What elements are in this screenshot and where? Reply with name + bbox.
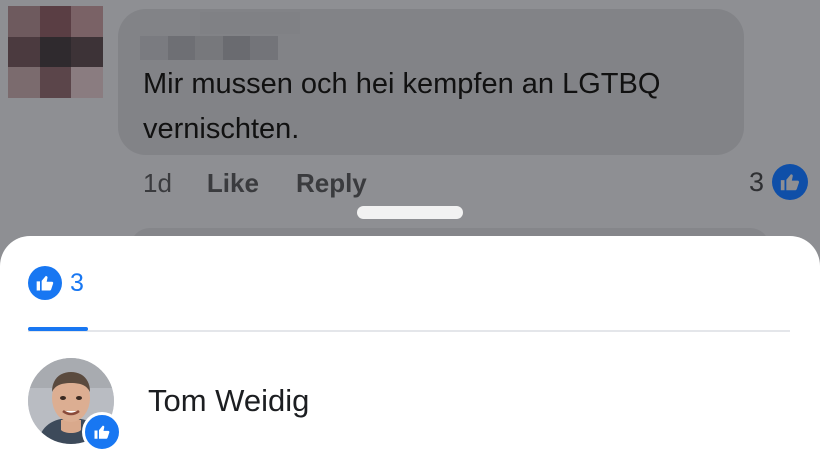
- user-avatar[interactable]: [28, 358, 122, 452]
- reactions-sheet: 3 Tom Weidig: [0, 236, 820, 461]
- tab-count: 3: [70, 268, 84, 297]
- like-reaction-badge-icon: [82, 412, 122, 452]
- comment-timestamp: 1d: [143, 167, 172, 198]
- blurred-name-fragment: [200, 12, 300, 34]
- tab-like-reactions[interactable]: 3: [28, 266, 84, 300]
- sheet-grabber-handle[interactable]: [357, 206, 463, 219]
- comment-text: Mir mussen och hei kempfen an LGTBQ vern…: [143, 68, 661, 145]
- blurred-commenter-avatar[interactable]: [8, 6, 103, 98]
- user-name[interactable]: Tom Weidig: [148, 383, 309, 419]
- reactor-row[interactable]: Tom Weidig: [28, 358, 309, 452]
- active-tab-indicator: [28, 327, 88, 331]
- like-icon: [772, 164, 808, 200]
- blurred-commenter-name[interactable]: [140, 36, 278, 60]
- reaction-count: 3: [748, 166, 764, 197]
- tab-divider: [28, 330, 790, 332]
- reaction-summary[interactable]: 3: [749, 164, 808, 200]
- reply-button[interactable]: Reply: [296, 168, 367, 199]
- comment-meta: 1d Like Reply: [143, 166, 367, 200]
- like-icon: [28, 266, 62, 300]
- like-button[interactable]: Like: [207, 168, 259, 199]
